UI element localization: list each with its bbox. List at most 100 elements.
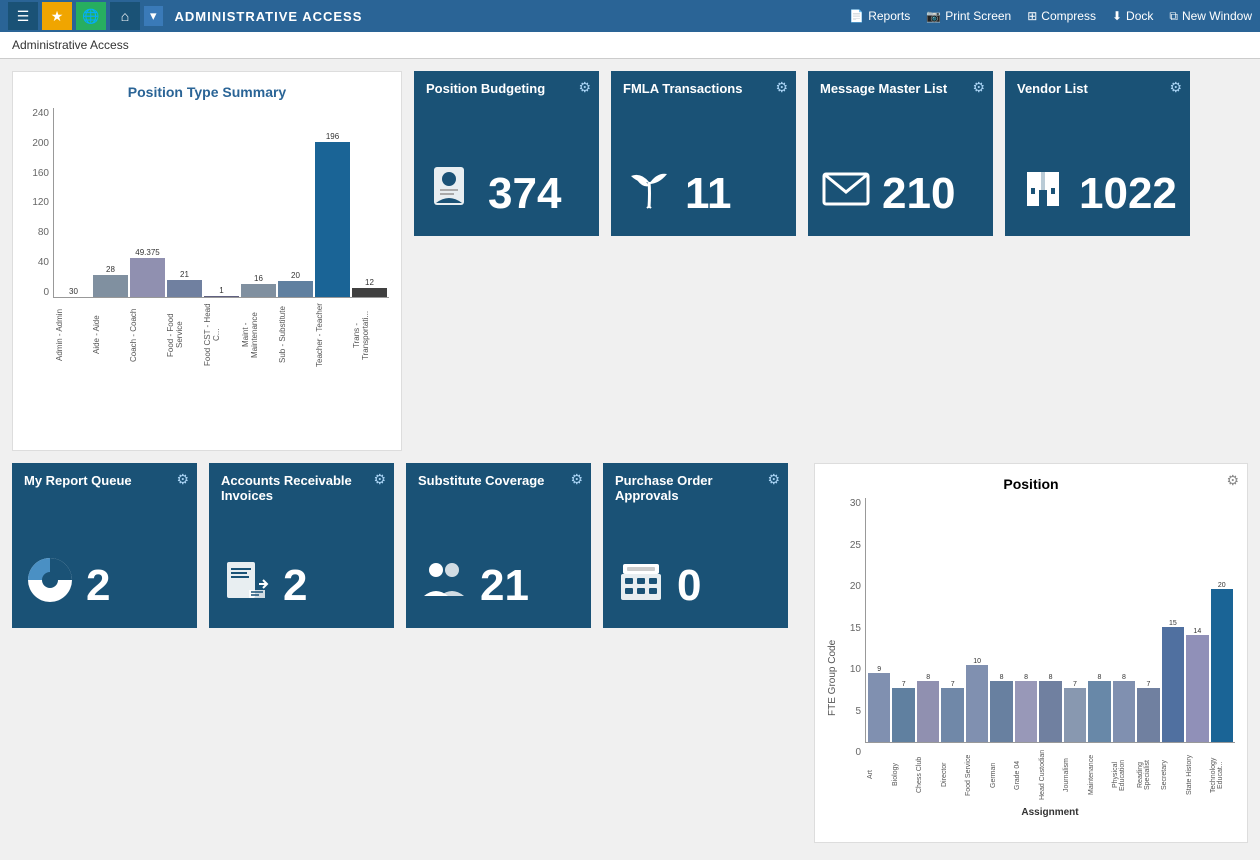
- bar-coach: [130, 258, 165, 297]
- substitute-coverage-tile[interactable]: ⚙ Substitute Coverage 21: [406, 463, 591, 628]
- tile-body-position-budgeting: 374: [426, 161, 587, 226]
- bottom-row: ⚙ My Report Queue 2 ⚙: [12, 463, 1248, 843]
- tile-header-sub-coverage: Substitute Coverage: [418, 473, 579, 488]
- bar-maint: [241, 284, 276, 297]
- top-navigation: ☰ ★ 🌐 ⌂ ▾ ADMINISTRATIVE ACCESS 📄 Report…: [0, 0, 1260, 32]
- tile-body-sub-coverage: 21: [418, 554, 579, 618]
- building-icon: [1017, 162, 1069, 226]
- bar-group-maint: 16: [241, 274, 276, 297]
- bar-grade04: 8: [1015, 674, 1037, 742]
- print-screen-icon: 📷: [926, 9, 941, 23]
- reports-action[interactable]: 📄 Reports: [849, 9, 910, 23]
- bar-chess-club: 8: [917, 674, 939, 742]
- bar-journalism: 7: [1064, 681, 1086, 742]
- pos-chart-bars-area: 9 7 8: [865, 498, 1235, 818]
- reports-icon: 📄: [849, 9, 864, 23]
- gear-icon[interactable]: ⚙: [373, 471, 386, 488]
- nav-dropdown-btn[interactable]: ▾: [144, 6, 163, 26]
- bar-headcst: [204, 296, 239, 297]
- tile-header-fmla: FMLA Transactions: [623, 81, 784, 96]
- bar-trans: [352, 288, 387, 298]
- tile-header-position-budgeting: Position Budgeting: [426, 81, 587, 96]
- bar-sub: [278, 281, 313, 297]
- gear-icon[interactable]: ⚙: [972, 79, 985, 96]
- bar-maintenance: 8: [1088, 674, 1110, 742]
- bar-group-admin: 30: [56, 287, 91, 297]
- position-budgeting-tile[interactable]: ⚙ Position Budgeting 374: [414, 71, 599, 236]
- dock-icon: ⬇: [1112, 9, 1122, 23]
- tile-number-report-queue: 2: [86, 561, 110, 611]
- top-row: Position Type Summary 240 200 160 120 80…: [12, 71, 1248, 451]
- bars-wrapper: 30 28 49.375: [53, 108, 389, 298]
- y-axis-label: FTE Group Code: [827, 498, 843, 818]
- fmla-transactions-tile[interactable]: ⚙ FMLA Transactions 11: [611, 71, 796, 236]
- breadcrumb: Administrative Access: [0, 32, 1260, 59]
- gear-icon[interactable]: ⚙: [578, 79, 591, 96]
- x-axis-title: Assignment: [865, 807, 1235, 818]
- bar-food-service: 10: [966, 658, 988, 742]
- compress-action[interactable]: ⊞ Compress: [1027, 9, 1096, 23]
- gear-icon[interactable]: ⚙: [775, 79, 788, 96]
- message-master-list-tile[interactable]: ⚙ Message Master List 210: [808, 71, 993, 236]
- x-axis-labels: Admin - Admin Aide - Aide Coach - Coach …: [53, 298, 389, 368]
- bar-technology-education: 20: [1211, 582, 1233, 742]
- gear-icon[interactable]: ⚙: [767, 471, 780, 488]
- my-report-queue-tile[interactable]: ⚙ My Report Queue 2: [12, 463, 197, 628]
- new-window-action[interactable]: ⧉ New Window: [1169, 9, 1252, 24]
- tile-body-vendor: 1022: [1017, 162, 1178, 226]
- gear-icon[interactable]: ⚙: [176, 471, 189, 488]
- tile-number-ar: 2: [283, 561, 307, 611]
- gear-icon[interactable]: ⚙: [1169, 79, 1182, 96]
- envelope-icon: [820, 162, 872, 226]
- hamburger-btn[interactable]: ☰: [8, 2, 38, 30]
- page-title: ADMINISTRATIVE ACCESS: [175, 9, 850, 24]
- position-type-summary-card: Position Type Summary 240 200 160 120 80…: [12, 71, 402, 451]
- y-axis-values: 30 25 20 15 10 5 0: [843, 498, 865, 818]
- new-window-icon: ⧉: [1169, 9, 1178, 24]
- bar-head-custodian: 8: [1039, 674, 1061, 742]
- top-tiles-grid: ⚙ Position Budgeting 374: [414, 71, 1190, 236]
- bar-director: 7: [941, 681, 963, 742]
- bar-teacher: [315, 142, 350, 297]
- bars-area: 30 28 49.375: [53, 108, 389, 368]
- tile-body-fmla: 11: [623, 162, 784, 226]
- globe-btn[interactable]: 🌐: [76, 2, 106, 30]
- position-chart-title: Position: [827, 476, 1235, 492]
- bottom-tiles-group: ⚙ My Report Queue 2 ⚙: [12, 463, 802, 628]
- position-chart-gear-icon[interactable]: ⚙: [1226, 472, 1239, 489]
- purchase-order-tile[interactable]: ⚙ Purchase Order Approvals: [603, 463, 788, 628]
- tile-number-po: 0: [677, 561, 701, 611]
- dock-action[interactable]: ⬇ Dock: [1112, 9, 1153, 23]
- palm-tree-icon: [623, 162, 675, 226]
- bar-group-headcst: 1: [204, 286, 239, 297]
- vendor-list-tile[interactable]: ⚙ Vendor List 1022: [1005, 71, 1190, 236]
- position-chart-body: FTE Group Code 30 25 20 15 10 5 0: [827, 498, 1235, 818]
- y-axis: 240 200 160 120 80 40 0: [25, 108, 53, 368]
- bar-german: 8: [990, 674, 1012, 742]
- bar-aide: [93, 275, 128, 297]
- position-chart-card: ⚙ Position FTE Group Code 30 25 20 15 10…: [814, 463, 1248, 843]
- bar-physical-education: 8: [1113, 674, 1135, 742]
- tile-number-sub-coverage: 21: [480, 561, 529, 611]
- tile-number-message: 210: [882, 169, 955, 219]
- pie-chart-icon: [24, 554, 76, 618]
- people-icon: [418, 554, 470, 618]
- bar-food: [167, 280, 202, 297]
- print-screen-action[interactable]: 📷 Print Screen: [926, 9, 1011, 23]
- home-btn[interactable]: ⌂: [110, 2, 140, 30]
- tile-body-message: 210: [820, 162, 981, 226]
- bar-state-history: 14: [1186, 628, 1208, 742]
- tile-number-position-budgeting: 374: [488, 169, 561, 219]
- invoice-icon: [221, 554, 273, 618]
- bar-reading-specialist: 7: [1137, 681, 1159, 742]
- gear-icon[interactable]: ⚙: [570, 471, 583, 488]
- tile-header-ar: Accounts Receivable Invoices: [221, 473, 382, 503]
- favorites-btn[interactable]: ★: [42, 2, 72, 30]
- tile-header-report-queue: My Report Queue: [24, 473, 185, 488]
- bar-group-food: 21: [167, 270, 202, 297]
- tile-body-po: 0: [615, 554, 776, 618]
- bar-art: 9: [868, 666, 890, 742]
- tile-body-ar: 2: [221, 554, 382, 618]
- pos-x-axis-labels: Art Biology Chess Club Director Food Ser…: [865, 743, 1235, 803]
- accounts-receivable-tile[interactable]: ⚙ Accounts Receivable Invoices: [209, 463, 394, 628]
